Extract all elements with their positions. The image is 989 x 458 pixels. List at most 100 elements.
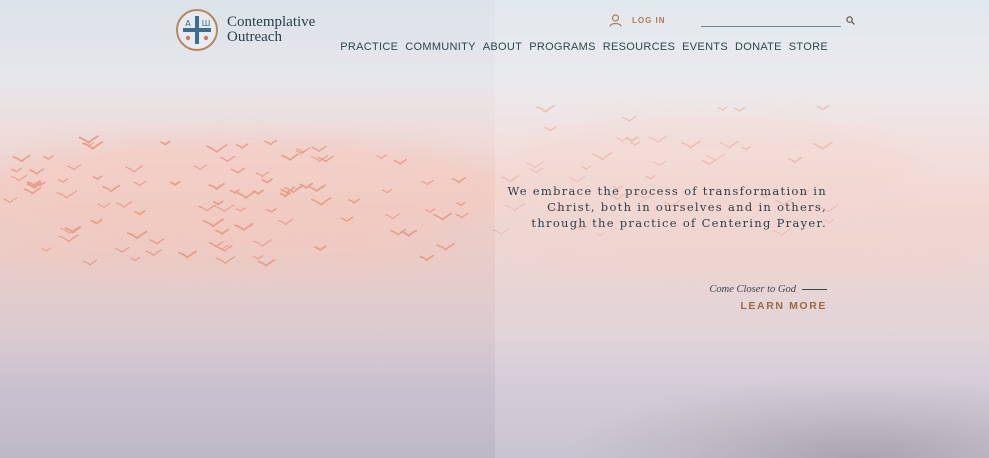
bird: [382, 188, 393, 194]
bird: [310, 197, 332, 206]
bird: [145, 249, 162, 257]
nav-item-donate[interactable]: DONATE: [735, 41, 782, 53]
bird: [264, 139, 278, 146]
bird: [23, 187, 42, 195]
logo-letter-sha: Ш: [202, 19, 211, 28]
bird: [266, 208, 277, 213]
bird: [278, 218, 294, 226]
nav-item-store[interactable]: STORE: [789, 41, 828, 53]
bird: [255, 171, 269, 178]
header-utility: LOG IN: [609, 14, 855, 30]
user-icon: [609, 14, 622, 27]
bird: [82, 259, 98, 266]
bird: [393, 158, 407, 165]
bird: [208, 241, 224, 248]
bird: [340, 216, 354, 223]
brand-name-line1: Contemplative: [227, 14, 316, 30]
search-field[interactable]: [700, 14, 855, 30]
bird: [193, 164, 208, 171]
bird: [214, 204, 235, 213]
bird: [206, 144, 228, 153]
bird: [212, 200, 224, 206]
search-icon[interactable]: [845, 16, 855, 25]
login-label: LOG IN: [632, 16, 666, 25]
bird: [2, 197, 18, 204]
bird: [58, 234, 79, 243]
bird: [261, 178, 273, 184]
bird: [253, 255, 264, 260]
bird: [10, 167, 22, 173]
bird: [215, 256, 236, 265]
bird: [432, 212, 453, 221]
nav-item-programs[interactable]: PROGRAMS: [529, 41, 596, 53]
bird: [230, 167, 245, 174]
bird: [102, 184, 121, 193]
mission-line: We embrace the process of transformation…: [507, 184, 827, 198]
nav-item-events[interactable]: EVENTS: [682, 41, 728, 53]
bird: [281, 153, 299, 162]
bird: [169, 180, 181, 187]
cta-tagline-text: Come Closer to God: [709, 284, 796, 295]
site-logo[interactable]: А Ш Contemplative Outreach: [176, 9, 315, 51]
bird: [234, 223, 254, 232]
bird: [56, 190, 78, 199]
nav-item-practice[interactable]: PRACTICE: [340, 41, 398, 53]
bird: [57, 178, 69, 184]
learn-more-button[interactable]: LEARN MORE: [709, 300, 827, 312]
bird: [307, 184, 326, 193]
bird: [41, 247, 52, 252]
bird: [257, 259, 275, 267]
bird: [10, 174, 28, 182]
cross-logo-icon: А Ш: [176, 9, 218, 51]
search-input[interactable]: [700, 18, 841, 30]
bird: [208, 182, 225, 191]
bird: [202, 218, 224, 228]
nav-item-resources[interactable]: RESOURCES: [603, 41, 675, 53]
mission-line: Christ, both in ourselves and in others,: [547, 200, 827, 214]
bird: [252, 239, 273, 247]
bird: [219, 155, 236, 163]
bird: [376, 154, 388, 159]
bird: [279, 192, 291, 198]
bird: [126, 230, 148, 240]
bird: [78, 135, 99, 144]
bird: [348, 198, 361, 204]
bird: [451, 176, 467, 184]
logo-letter-a: А: [185, 19, 191, 28]
bird: [235, 143, 249, 149]
bird: [97, 202, 111, 209]
bird: [125, 165, 144, 173]
bird: [114, 246, 130, 254]
cta-block: Come Closer to God LEARN MORE: [709, 284, 827, 312]
bird: [425, 208, 436, 213]
bird: [198, 204, 216, 212]
bird: [28, 168, 45, 175]
bird: [215, 228, 230, 236]
bird: [66, 164, 82, 171]
nav-item-about[interactable]: ABOUT: [483, 41, 522, 53]
bird: [160, 140, 171, 146]
bird: [134, 210, 146, 216]
bird: [90, 218, 103, 225]
bird: [116, 201, 133, 208]
bird: [235, 207, 246, 213]
cta-tagline: Come Closer to God: [709, 284, 827, 295]
bird: [314, 245, 327, 252]
divider-line: [802, 289, 827, 290]
bird: [311, 145, 327, 153]
bird: [12, 154, 31, 163]
brand-name-line2: Outreach: [227, 29, 282, 45]
bird: [133, 180, 147, 187]
bird: [130, 257, 141, 262]
bird: [42, 155, 54, 161]
bird: [385, 213, 401, 220]
bird: [235, 190, 257, 199]
bird: [92, 175, 103, 181]
bird: [178, 250, 197, 259]
bird: [456, 201, 466, 207]
login-link[interactable]: LOG IN: [609, 14, 666, 27]
bird: [455, 212, 469, 219]
bird: [436, 242, 455, 251]
main-nav: PRACTICE COMMUNITY ABOUT PROGRAMS RESOUR…: [340, 41, 828, 53]
nav-item-community[interactable]: COMMUNITY: [405, 41, 476, 53]
